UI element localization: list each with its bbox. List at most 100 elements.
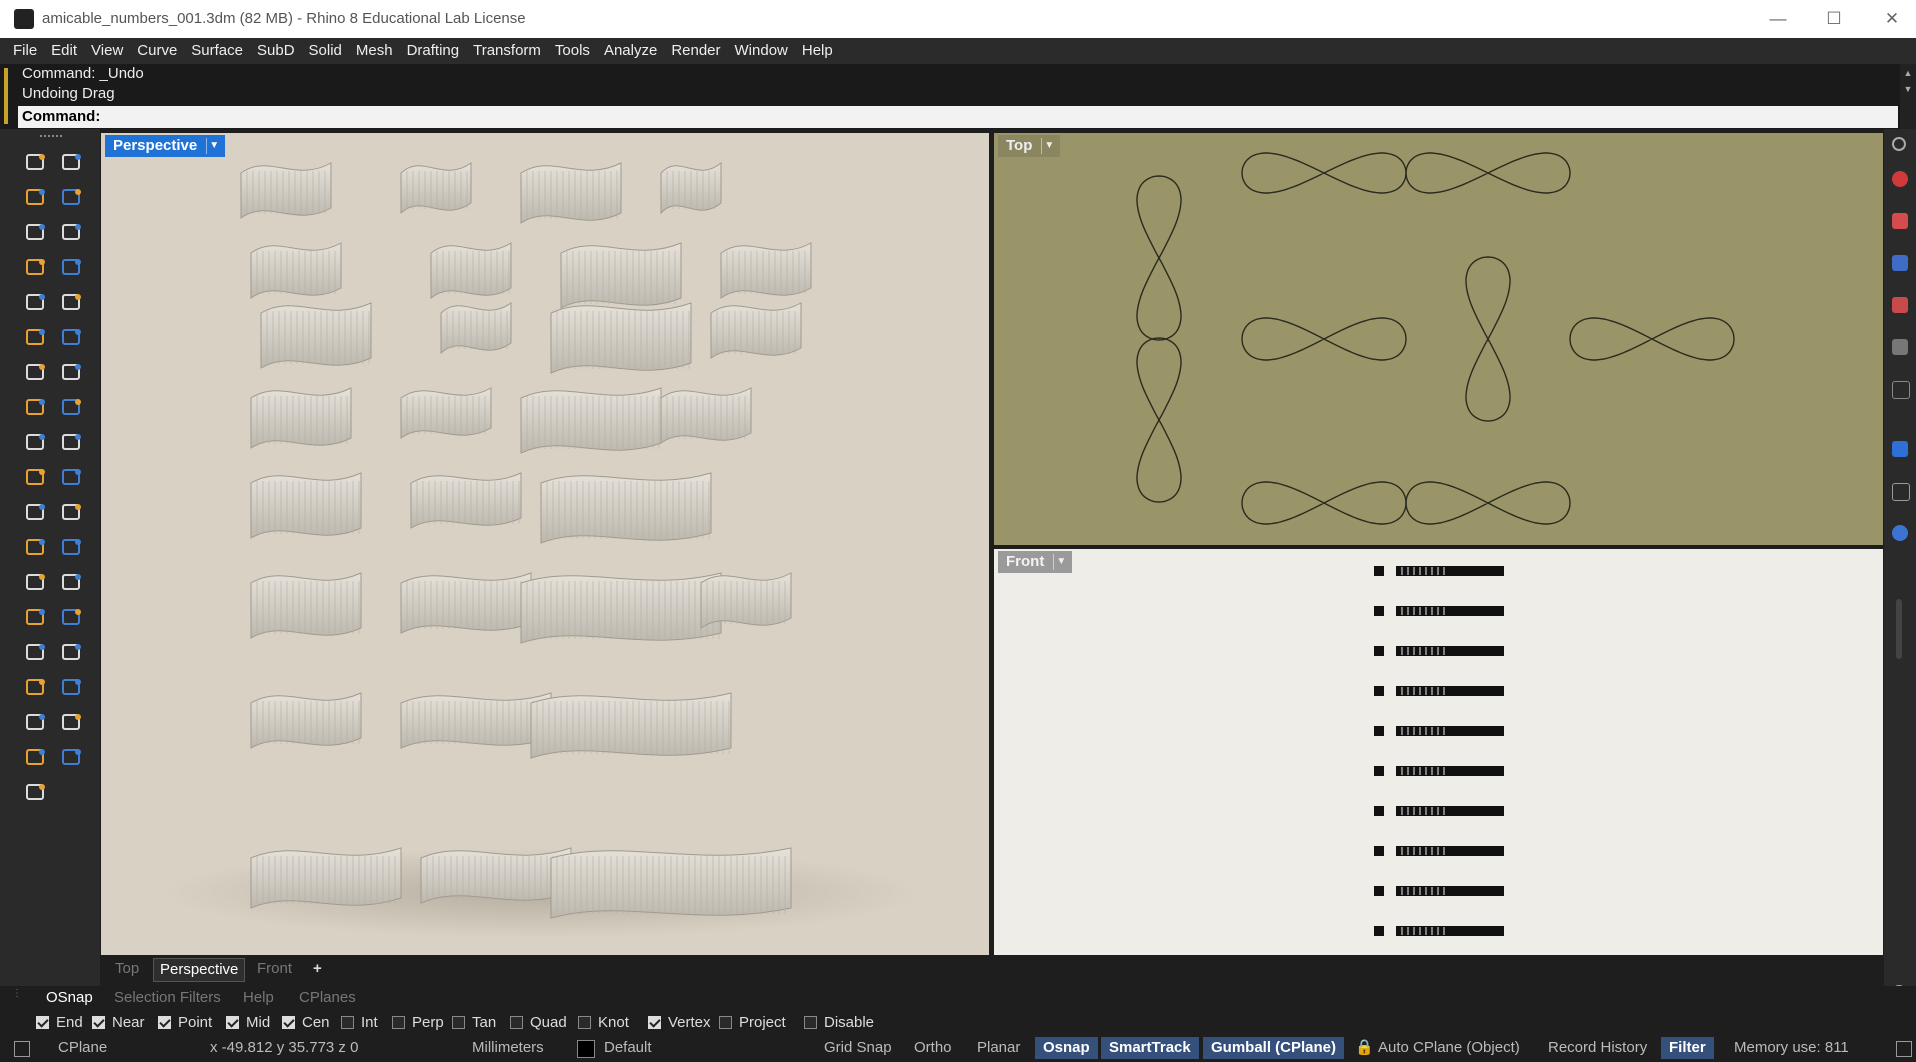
menu-drafting[interactable]: Drafting (400, 38, 467, 64)
menu-help[interactable]: Help (795, 38, 840, 64)
minimize-icon[interactable]: — (1756, 6, 1800, 32)
viewport-top[interactable]: Top ▼ (994, 133, 1883, 545)
osnap-tan-checkbox[interactable]: Tan (452, 1014, 496, 1032)
viewport-label-perspective[interactable]: Perspective ▼ (105, 135, 226, 157)
figure-eight-curve[interactable] (1241, 317, 1407, 361)
library-icon[interactable] (1892, 483, 1910, 501)
status-layer[interactable]: Default (604, 1038, 652, 1058)
join-icon[interactable] (58, 499, 86, 527)
front-marker[interactable] (1374, 886, 1384, 896)
ellipse-icon[interactable] (58, 219, 86, 247)
front-marker[interactable] (1374, 726, 1384, 736)
front-ribbon-profile[interactable] (1396, 886, 1504, 896)
figure-eight-curve[interactable] (1241, 152, 1407, 194)
curve-icon[interactable] (58, 184, 86, 212)
surface-icon[interactable] (22, 324, 50, 352)
osnap-vertex-checkbox[interactable]: Vertex (648, 1014, 711, 1032)
figure-eight-curve[interactable] (1405, 152, 1571, 194)
tab-help[interactable]: Help (243, 988, 274, 1008)
figure-eight-curve[interactable] (1405, 481, 1571, 525)
ribbon-surface[interactable] (250, 572, 362, 639)
ribbon-surface[interactable] (250, 387, 352, 449)
viewport-perspective[interactable]: Perspective ▼ (101, 133, 989, 955)
filter-toggle[interactable]: Filter (1661, 1037, 1714, 1059)
front-ribbon-profile[interactable] (1396, 726, 1504, 736)
osnap-cen-checkbox[interactable]: Cen (282, 1014, 330, 1032)
menu-curve[interactable]: Curve (130, 38, 184, 64)
ribbon-surface[interactable] (240, 162, 332, 219)
tab-perspective[interactable]: Perspective (153, 958, 246, 982)
ribbon-surface[interactable] (250, 692, 362, 749)
ribbon-surface[interactable] (540, 472, 712, 544)
smarttrack-toggle[interactable]: SmartTrack (1101, 1037, 1199, 1059)
ortho-toggle[interactable]: Ortho (914, 1038, 952, 1058)
materials-icon[interactable] (1892, 213, 1908, 229)
menu-solid[interactable]: Solid (302, 38, 349, 64)
toolbar-grip[interactable] (40, 135, 62, 140)
front-marker[interactable] (1374, 766, 1384, 776)
front-ribbon-profile[interactable] (1396, 926, 1504, 936)
front-ribbon-profile[interactable] (1396, 606, 1504, 616)
revolve-icon[interactable] (58, 324, 86, 352)
tab-cplanes[interactable]: CPlanes (299, 988, 356, 1008)
tab-front[interactable]: Front (251, 958, 298, 980)
menu-transform[interactable]: Transform (466, 38, 548, 64)
status-units[interactable]: Millimeters (472, 1038, 544, 1058)
edit-icon[interactable] (22, 709, 50, 737)
boolean-icon[interactable] (58, 359, 86, 387)
display-icon[interactable] (1892, 339, 1908, 355)
ribbon-surface[interactable] (660, 387, 752, 444)
scale-icon[interactable] (58, 604, 86, 632)
front-ribbon-profile[interactable] (1396, 846, 1504, 856)
render-icon[interactable] (1892, 297, 1908, 313)
dimension-icon[interactable] (58, 569, 86, 597)
viewport-label-front[interactable]: Front ▼ (998, 551, 1073, 573)
ribbon-surface[interactable] (440, 302, 512, 355)
menu-tools[interactable]: Tools (548, 38, 597, 64)
chevron-down-icon[interactable]: ▼ (1053, 554, 1068, 570)
osnap-near-checkbox[interactable]: Near (92, 1014, 145, 1032)
paint-icon[interactable] (22, 779, 50, 807)
ribbon-surface[interactable] (250, 847, 402, 909)
panel-grip[interactable]: ⋮ (12, 988, 22, 1010)
explode-icon[interactable] (22, 429, 50, 457)
osnap-project-checkbox[interactable]: Project (719, 1014, 786, 1032)
group-icon[interactable] (22, 499, 50, 527)
ribbon-surface[interactable] (260, 302, 372, 369)
figure-eight-curve[interactable] (1136, 175, 1182, 341)
osnap-end-checkbox[interactable]: End (36, 1014, 83, 1032)
ribbon-surface[interactable] (520, 162, 622, 224)
blend-icon[interactable] (58, 534, 86, 562)
menu-edit[interactable]: Edit (44, 38, 84, 64)
trim-icon[interactable] (22, 464, 50, 492)
named-views-icon[interactable] (1892, 381, 1910, 399)
front-marker[interactable] (1374, 646, 1384, 656)
text-icon[interactable] (22, 569, 50, 597)
ribbon-surface[interactable] (720, 242, 812, 299)
fillet-icon[interactable] (22, 534, 50, 562)
osnap-int-checkbox[interactable]: Int (341, 1014, 378, 1032)
panel-scrollbar[interactable] (1896, 599, 1902, 659)
grid-snap-toggle[interactable]: Grid Snap (824, 1038, 892, 1058)
tab-osnap[interactable]: OSnap (46, 988, 93, 1008)
menu-surface[interactable]: Surface (184, 38, 250, 64)
gear-icon[interactable] (1892, 137, 1906, 151)
front-marker[interactable] (1374, 846, 1384, 856)
front-ribbon-profile[interactable] (1396, 566, 1504, 576)
color-wheel-icon[interactable] (1892, 171, 1908, 187)
lock-icon[interactable]: 🔒 (1355, 1038, 1374, 1058)
tab-selection-filters[interactable]: Selection Filters (114, 988, 221, 1008)
panel-toggle-right-icon[interactable] (1896, 1041, 1912, 1057)
menu-subd[interactable]: SubD (250, 38, 302, 64)
figure-eight-curve[interactable] (1241, 481, 1407, 525)
status-cplane[interactable]: CPlane (58, 1038, 107, 1058)
command-scrollbar[interactable]: ▲ ▼ (1900, 64, 1916, 129)
figure-eight-curve[interactable] (1465, 256, 1511, 422)
gumball-toggle[interactable]: Gumball (CPlane) (1203, 1037, 1345, 1059)
close-icon[interactable]: ✕ (1870, 6, 1914, 32)
ribbon-surface[interactable] (400, 692, 552, 749)
osnap-disable-checkbox[interactable]: Disable (804, 1014, 874, 1032)
box-icon[interactable] (22, 359, 50, 387)
select-arrow-icon[interactable] (22, 149, 50, 177)
transform-icon[interactable] (22, 604, 50, 632)
